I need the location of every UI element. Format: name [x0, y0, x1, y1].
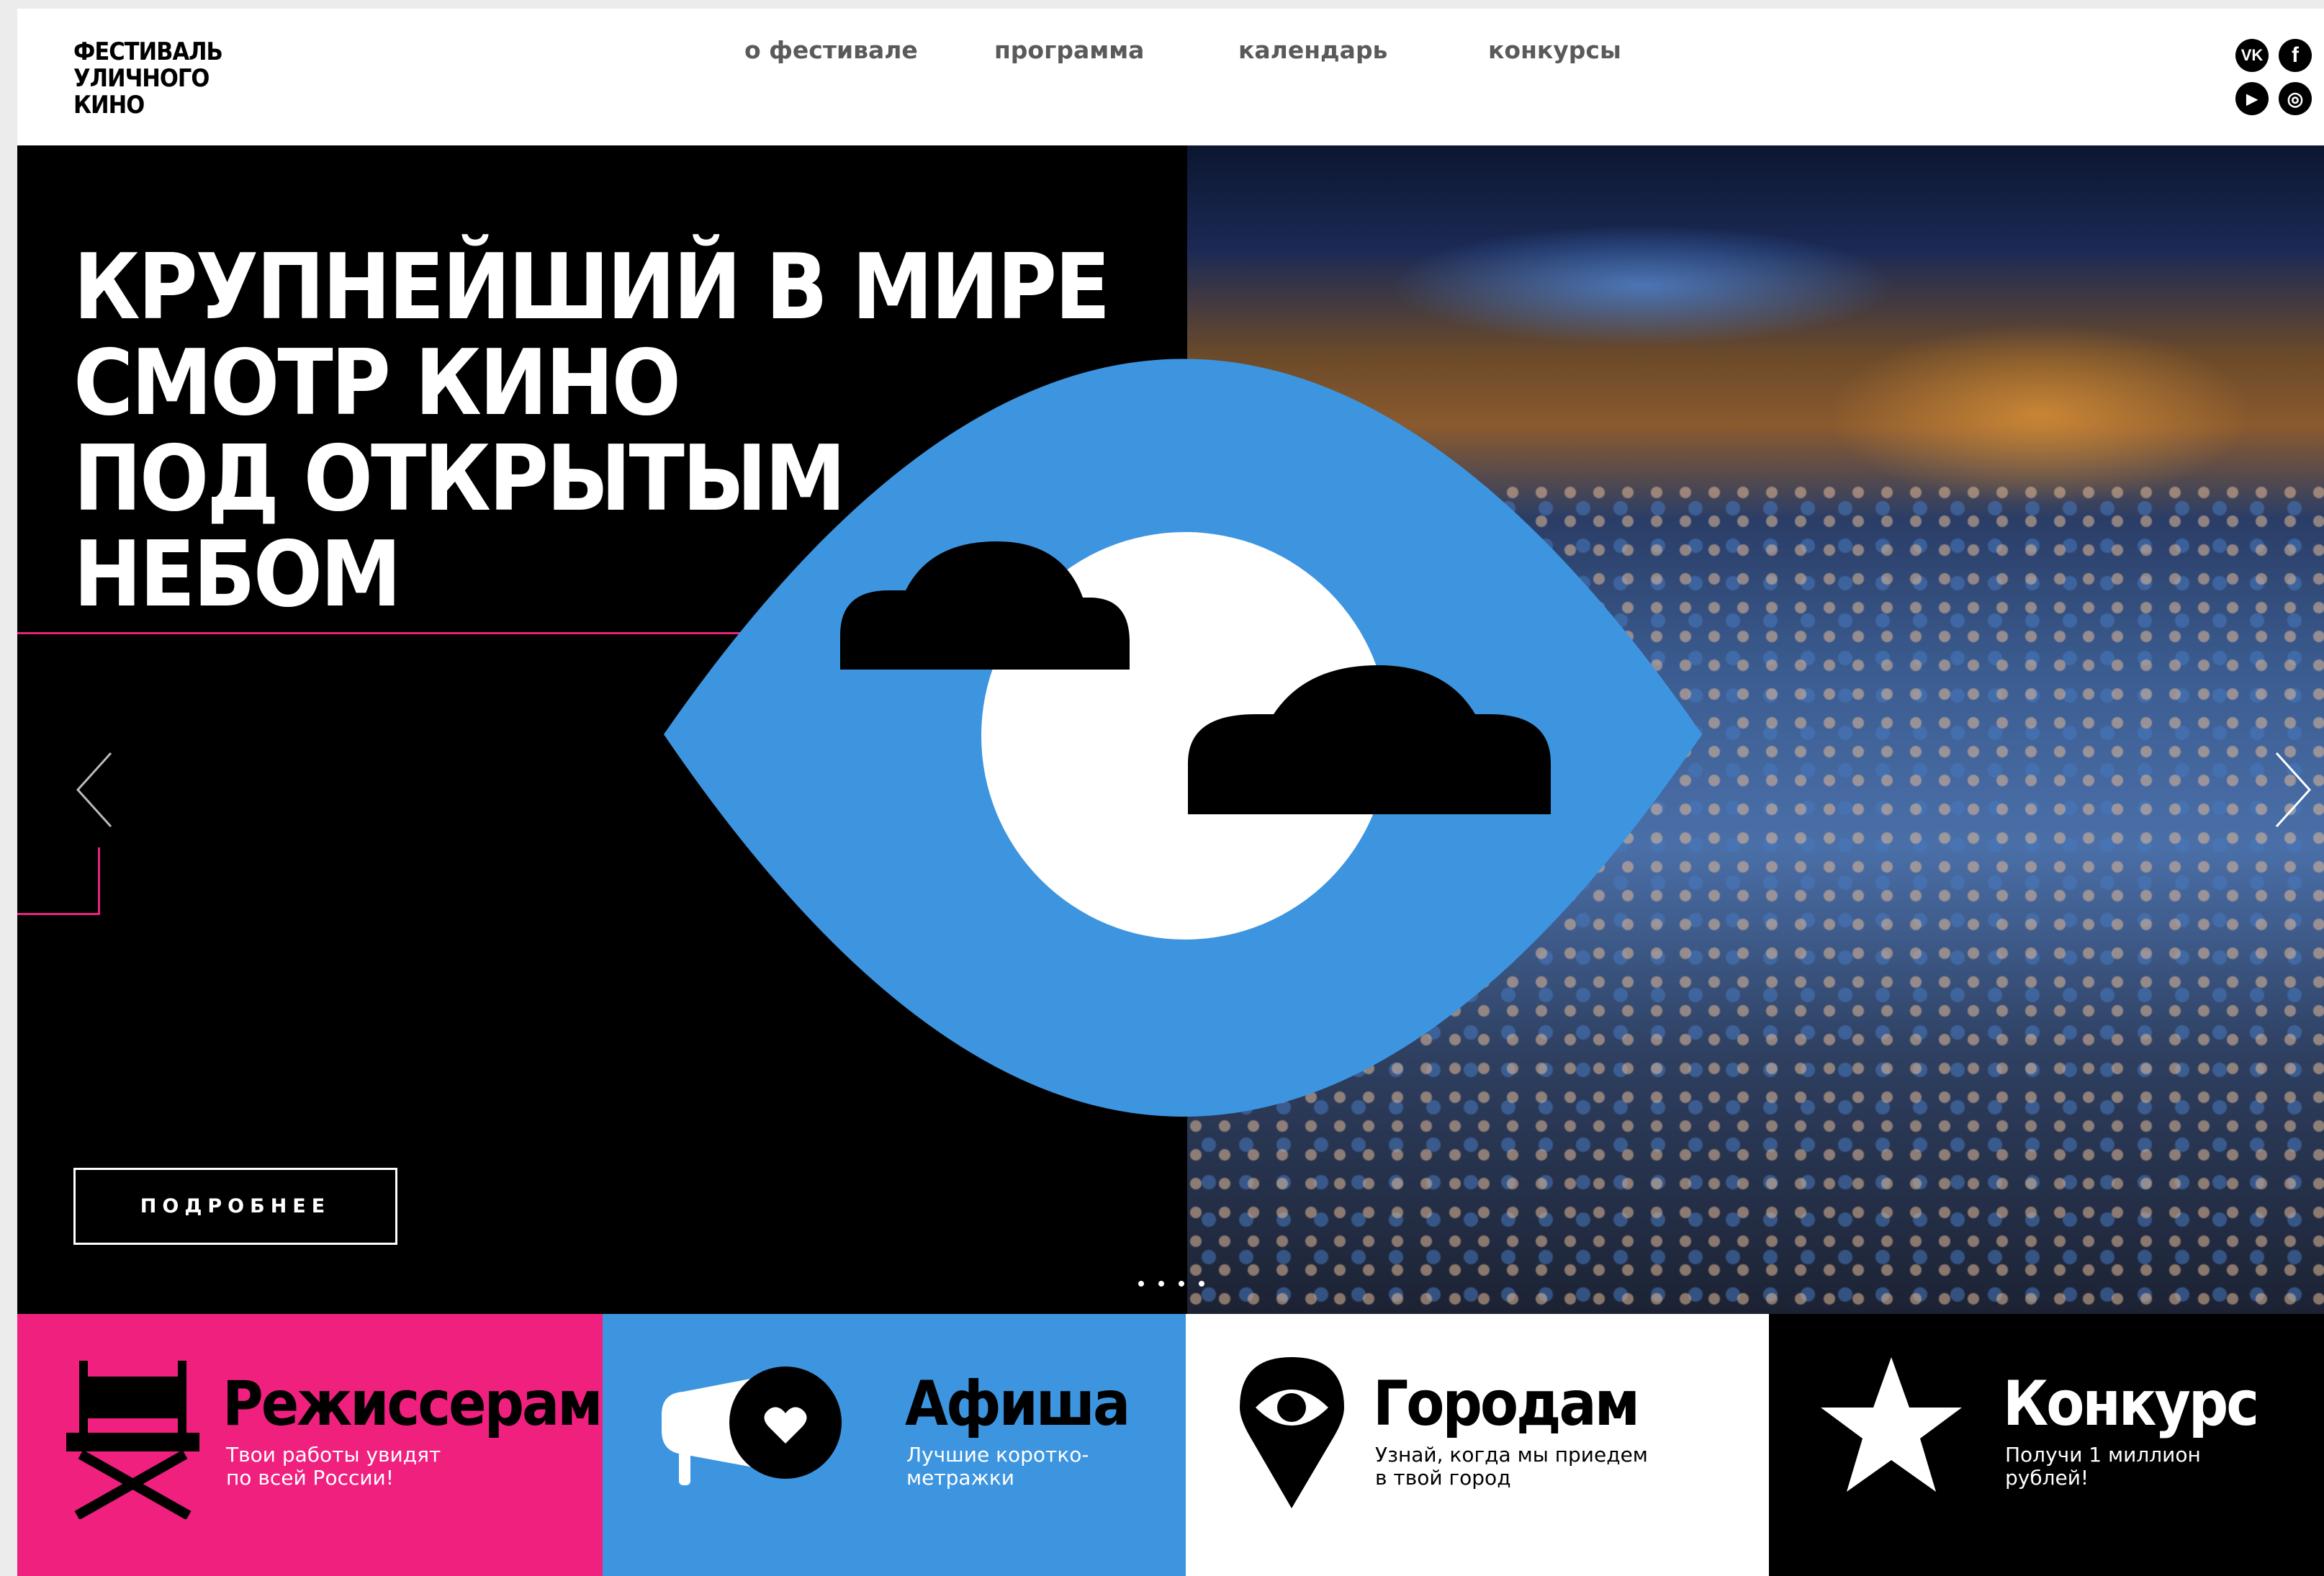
nav-link-contests[interactable]: конкурсы: [1488, 36, 1621, 64]
youtube-icon[interactable]: ▶: [2235, 82, 2269, 115]
slide-dot[interactable]: [1179, 1281, 1184, 1287]
logo-line-3: КИНО: [73, 91, 145, 120]
tile-directors-title: Режиссерам: [222, 1368, 603, 1440]
logo-line-1: ФЕСТИВАЛЬ: [73, 37, 223, 66]
tile-contest[interactable]: Конкурс Получи 1 миллион рублей!: [1769, 1314, 2324, 1576]
slide-dot[interactable]: [1158, 1281, 1164, 1287]
site-header: ФЕСТИВАЛЬ УЛИЧНОГО КИНО о фестивале прог…: [17, 9, 2324, 145]
hero-slider: КРУПНЕЙШИЙ В МИРЕ СМОТР КИНО ПОД ОТКРЫТЫ…: [17, 145, 2324, 1314]
tile-cities[interactable]: Городам Узнай, когда мы приедем в твой г…: [1186, 1314, 1769, 1576]
instagram-icon[interactable]: ◎: [2279, 82, 2312, 115]
megaphone-icon: [662, 1366, 842, 1485]
more-details-button[interactable]: ПОДРОБНЕЕ: [73, 1168, 397, 1245]
tile-contest-title: Конкурс: [2003, 1368, 2259, 1440]
nav-link-calendar[interactable]: календарь: [1238, 36, 1387, 64]
tile-directors[interactable]: Режиссерам Твои работы увидят по всей Ро…: [17, 1314, 603, 1576]
slide-dot[interactable]: [1199, 1281, 1204, 1287]
page: ФЕСТИВАЛЬ УЛИЧНОГО КИНО о фестивале прог…: [17, 9, 2324, 1576]
director-chair-icon: [66, 1361, 199, 1519]
nav-link-program[interactable]: программа: [994, 36, 1144, 64]
map-pin-eye-icon: [1240, 1357, 1344, 1508]
vk-icon[interactable]: VK: [2235, 39, 2269, 72]
facebook-icon[interactable]: f: [2279, 39, 2312, 72]
tile-cities-subtitle: Узнай, когда мы приедем в твой город: [1375, 1443, 1648, 1490]
festival-logo[interactable]: ФЕСТИВАЛЬ УЛИЧНОГО КИНО: [73, 39, 232, 119]
tile-directors-subtitle: Твои работы увидят по всей России!: [226, 1443, 441, 1490]
tile-poster-subtitle: Лучшие коротко- метражки: [906, 1443, 1089, 1490]
eye-illustration-icon: [664, 359, 1702, 1117]
slide-dot[interactable]: [1138, 1281, 1144, 1287]
logo-line-2: УЛИЧНОГО: [73, 64, 210, 93]
nav-link-about[interactable]: о фестивале: [744, 36, 918, 64]
slider-pagination: [1138, 1281, 1204, 1287]
star-icon: [1821, 1357, 1962, 1492]
tile-cities-title: Городам: [1373, 1368, 1640, 1440]
tile-contest-subtitle: Получи 1 миллион рублей!: [2005, 1443, 2201, 1490]
prev-slide-arrow-icon[interactable]: [73, 750, 117, 829]
tile-poster-title: Афиша: [905, 1368, 1130, 1440]
next-slide-arrow-icon[interactable]: [2271, 750, 2314, 829]
tile-poster[interactable]: Афиша Лучшие коротко- метражки: [603, 1314, 1186, 1576]
